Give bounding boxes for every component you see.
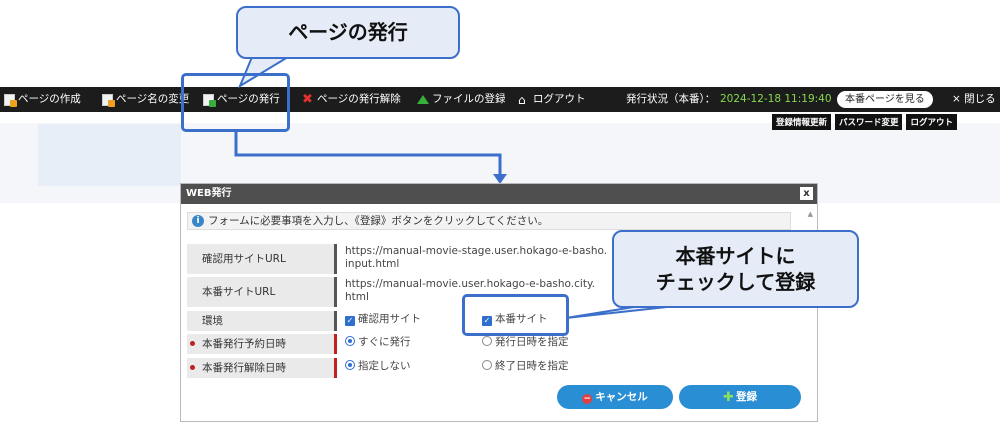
callout-tail-2 [565,305,677,319]
callout-check-live-site: 本番サイトに チェックして登録 [612,230,859,308]
highlight-live-site-checkbox [462,294,569,336]
